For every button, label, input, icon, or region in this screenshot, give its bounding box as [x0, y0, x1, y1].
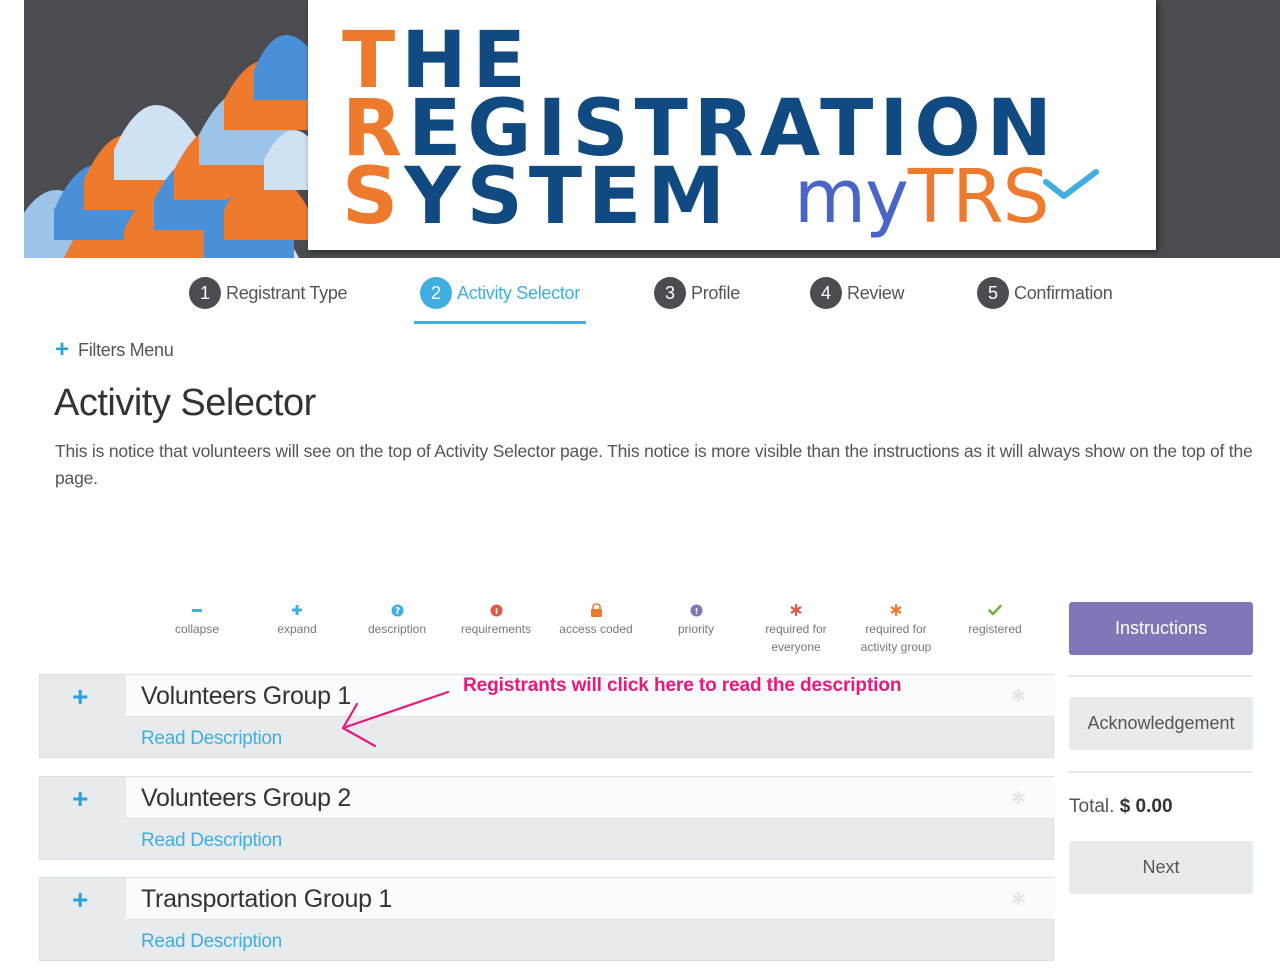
- legend-label: required for activity group: [860, 622, 932, 654]
- svg-text:!: !: [694, 605, 698, 615]
- logo-line-system: SYSTEM: [342, 152, 731, 242]
- step-label: Registrant Type: [226, 282, 348, 303]
- legend-collapse: collapse: [147, 600, 247, 638]
- asterisk-icon: ✱: [1010, 788, 1026, 808]
- expand-icon[interactable]: +: [72, 785, 88, 813]
- legend-label: collapse: [174, 622, 220, 636]
- minus-icon: [147, 600, 247, 620]
- mytrs-logo: myTRS: [794, 154, 1049, 240]
- read-description-link[interactable]: Read Description: [141, 830, 282, 852]
- step-registrant-type[interactable]: 1 Registrant Type: [189, 275, 348, 311]
- annotation-callout: Registrants will click here to read the …: [463, 675, 902, 696]
- question-circle-icon: ?: [347, 600, 447, 620]
- legend-registered: registered: [945, 600, 1045, 638]
- read-description-link[interactable]: Read Description: [141, 931, 282, 953]
- step-number: 1: [189, 277, 221, 309]
- legend-label: registered: [968, 622, 1022, 636]
- svg-text:?: ?: [394, 605, 399, 616]
- group-title: Volunteers Group 1: [141, 682, 352, 710]
- legend-requirements: i requirements: [446, 600, 546, 638]
- mytrs-check-icon: [1043, 169, 1099, 199]
- svg-text:i: i: [495, 605, 498, 615]
- page-notice: This is notice that volunteers will see …: [55, 441, 1253, 488]
- step-number: 2: [420, 277, 452, 309]
- expand-icon[interactable]: +: [72, 886, 88, 914]
- plus-icon: +: [55, 336, 70, 363]
- legend-expand: expand: [247, 600, 347, 638]
- divider: [1069, 771, 1253, 773]
- decorative-waves: [24, 35, 324, 258]
- plus-icon: [247, 600, 347, 620]
- step-confirmation[interactable]: 5 Confirmation: [977, 275, 1113, 311]
- step-label: Review: [847, 282, 905, 303]
- lock-icon: [546, 600, 646, 620]
- step-number: 5: [977, 277, 1009, 309]
- total-display: Total. $ 0.00: [1069, 796, 1173, 818]
- group-header[interactable]: Transportation Group 1 ✱: [126, 878, 1054, 920]
- annotation-arrow-icon: [341, 690, 450, 748]
- total-amount: $ 0.00: [1119, 796, 1173, 817]
- acknowledgement-button[interactable]: Acknowledgement: [1069, 697, 1253, 750]
- step-label: Confirmation: [1014, 282, 1113, 303]
- legend-label: expand: [277, 622, 317, 636]
- step-label: Profile: [691, 282, 740, 303]
- expand-icon[interactable]: +: [72, 683, 88, 711]
- filters-menu-label: Filters Menu: [78, 339, 174, 360]
- group-title: Volunteers Group 2: [141, 784, 352, 812]
- instructions-button[interactable]: Instructions: [1069, 602, 1253, 655]
- legend-required-activity-group: required for activity group: [846, 600, 946, 656]
- legend-label: requirements: [460, 622, 532, 636]
- progress-steps: 1 Registrant Type 2 Activity Selector 3 …: [0, 272, 1280, 328]
- asterisk-icon: ✱: [1010, 889, 1026, 909]
- step-review[interactable]: 4 Review: [810, 275, 905, 311]
- asterisk-icon: [846, 600, 946, 620]
- page-title: Activity Selector: [54, 382, 316, 424]
- legend-label: access coded: [559, 622, 633, 636]
- legend-description: ? description: [347, 600, 447, 638]
- check-icon: [945, 600, 1045, 620]
- activity-group: + Volunteers Group 2 ✱ Read Description: [39, 776, 1054, 860]
- asterisk-icon: ✱: [1010, 686, 1026, 706]
- activity-group: + Transportation Group 1 ✱ Read Descript…: [39, 877, 1054, 961]
- legend-required-everyone: required for everyone: [746, 600, 846, 656]
- asterisk-icon: [746, 600, 846, 620]
- active-step-underline: [414, 321, 586, 324]
- step-label: Activity Selector: [457, 282, 580, 303]
- filters-menu-toggle[interactable]: + Filters Menu: [55, 336, 174, 363]
- read-description-link[interactable]: Read Description: [141, 728, 282, 750]
- legend-label: description: [367, 622, 427, 636]
- divider: [1069, 675, 1253, 677]
- legend-access-coded: access coded: [546, 600, 646, 638]
- group-title: Transportation Group 1: [141, 885, 392, 913]
- legend-label: priority: [677, 622, 714, 636]
- total-label: Total.: [1069, 796, 1115, 817]
- step-profile[interactable]: 3 Profile: [654, 275, 740, 311]
- group-header[interactable]: Volunteers Group 2 ✱: [126, 777, 1054, 819]
- step-number: 3: [654, 277, 686, 309]
- step-number: 4: [810, 277, 842, 309]
- trs-logo: THE REGISTRATION SYSTEM myTRS: [308, 0, 1156, 250]
- header-banner: THE REGISTRATION SYSTEM myTRS: [24, 0, 1280, 258]
- legend-priority: ! priority: [646, 600, 746, 638]
- next-button[interactable]: Next: [1069, 841, 1253, 894]
- exclamation-circle-icon: !: [646, 600, 746, 620]
- legend-label: required for everyone: [765, 622, 827, 654]
- step-activity-selector[interactable]: 2 Activity Selector: [420, 275, 580, 311]
- info-circle-icon: i: [446, 600, 546, 620]
